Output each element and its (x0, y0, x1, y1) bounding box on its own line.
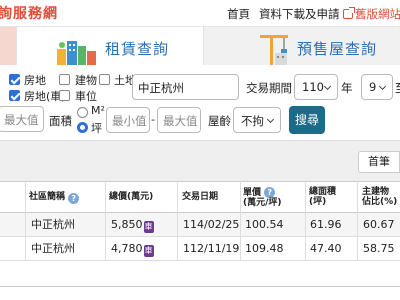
community-name-input[interactable]: 中正杭州 (132, 74, 239, 100)
checkbox-land[interactable] (99, 74, 110, 85)
cell-ratio: 60.67 (363, 218, 395, 231)
checkbox-parking[interactable] (59, 90, 70, 101)
tab-band-accent (0, 27, 16, 65)
help-icon[interactable]: ? (68, 192, 80, 204)
cell-unit-price: 100.54 (245, 218, 284, 231)
area-label: 面積 (49, 114, 72, 128)
cell-price: 4,780 車 (111, 237, 154, 261)
nav-old-site-label: 舊版網站 (355, 7, 400, 21)
radio-area-ping-label: 坪 (91, 122, 102, 135)
cell-price: 5,850 車 (111, 213, 154, 237)
help-icon[interactable]: ? (264, 187, 276, 199)
checkbox-house-land-label: 房地 (24, 74, 46, 87)
col-header-ratio[interactable]: 主建物 佔比(%) (362, 182, 400, 214)
column-divider (357, 181, 358, 261)
column-divider (240, 181, 241, 261)
tab-rent-label: 租賃查詢 (105, 40, 170, 58)
checkbox-building-label: 建物 (75, 74, 97, 87)
col-header-price[interactable]: 總價(萬元) (109, 182, 173, 214)
radio-area-m2-label: M² (91, 104, 105, 117)
year-select-value: 110 (302, 80, 324, 94)
table-row[interactable]: 中正杭州 5,850 車 114/02/25 100.54 61.96 60.67 (0, 213, 400, 237)
col-header-unit-price-line2: (萬元/坪) (243, 198, 282, 208)
col-header-community[interactable]: 社區簡稱 ? (29, 182, 103, 214)
cell-date: 112/11/19 (183, 242, 240, 255)
table-header-row: 社區簡稱 ? 總價(萬元) 交易日期 單價 ? (萬元/坪) 總面積 (坪) 主… (0, 181, 400, 213)
divider (0, 286, 400, 287)
age-select[interactable]: 不拘 (233, 107, 281, 133)
pagination-band (0, 141, 400, 181)
col-header-ratio-line2: 佔比(%) (362, 197, 398, 207)
external-link-icon (343, 7, 355, 19)
cell-area: 47.40 (310, 242, 342, 255)
area-max-input[interactable]: 最大值 (157, 107, 201, 133)
area-range-dash: - (151, 113, 155, 126)
cell-unit-price: 109.48 (245, 242, 284, 255)
price-max-input[interactable]: 最大值 (0, 106, 44, 132)
search-button[interactable]: 搜尋 (289, 106, 325, 134)
results-table: 社區簡稱 ? 總價(萬元) 交易日期 單價 ? (萬元/坪) 總面積 (坪) 主… (0, 181, 400, 261)
age-label: 屋齡 (208, 114, 231, 128)
chevron-down-icon (266, 115, 275, 124)
crane-icon (260, 35, 288, 65)
parking-badge: 車 (143, 245, 154, 257)
cell-community: 中正杭州 (31, 218, 75, 231)
cell-price-value: 4,780 (111, 242, 143, 255)
col-header-area[interactable]: 總面積 (坪) (309, 182, 337, 214)
tab-band: 租賃查詢 預售屋查詢 (0, 27, 400, 65)
parking-badge: 車 (143, 221, 154, 233)
month-select[interactable]: 9 (361, 74, 393, 100)
cell-area: 61.96 (310, 218, 342, 231)
table-footer-area (0, 261, 400, 300)
column-divider (177, 181, 178, 261)
checkbox-house-land[interactable] (9, 74, 20, 85)
year-select[interactable]: 110 (294, 74, 338, 100)
first-page-button[interactable]: 首筆 (358, 151, 400, 173)
radio-area-m2[interactable] (77, 107, 88, 118)
cell-price-value: 5,850 (111, 218, 143, 231)
age-select-value: 不拘 (241, 114, 264, 128)
top-header: 詢服務網 首頁 資料下載及申請 舊版網站 (0, 0, 400, 27)
city-buildings-icon (57, 41, 96, 65)
site-brand[interactable]: 詢服務網 (0, 3, 58, 23)
checkbox-parking-label: 車位 (75, 90, 97, 103)
tab-presale-label: 預售屋查詢 (297, 40, 378, 58)
chevron-down-icon (378, 82, 387, 91)
col-header-unit-price[interactable]: 單價 ? (萬元/坪) (243, 182, 305, 214)
to-label: 至 (395, 80, 400, 96)
tab-presale[interactable]: 預售屋查詢 (204, 27, 400, 65)
year-unit-label: 年 (341, 81, 353, 95)
checkbox-house-land-parking[interactable] (9, 90, 20, 101)
cell-community: 中正杭州 (31, 242, 75, 255)
cell-ratio: 58.75 (363, 242, 395, 255)
col-header-community-label: 社區簡稱 (29, 192, 66, 203)
area-min-input[interactable]: 最小值 (106, 107, 150, 133)
month-select-value: 9 (369, 80, 377, 94)
tab-rent[interactable]: 租賃查詢 (16, 27, 204, 65)
checkbox-building[interactable] (59, 74, 70, 85)
table-row[interactable]: 中正杭州 4,780 車 112/11/19 109.48 47.40 58.75 (0, 237, 400, 261)
cell-date: 114/02/25 (183, 218, 240, 231)
chevron-down-icon (323, 82, 332, 91)
nav-old-site-link[interactable]: 舊版網站 (343, 6, 400, 22)
nav-home-link[interactable]: 首頁 (227, 6, 250, 22)
search-form: 房地 建物 土地 房地(車) 車位 中正杭州 交易期間： 110 年 9 至 最… (0, 65, 400, 141)
column-divider (25, 181, 26, 261)
column-divider (305, 181, 306, 261)
nav-download-link[interactable]: 資料下載及申請 (259, 6, 340, 22)
col-header-area-line2: (坪) (309, 197, 327, 207)
col-header-unit-price-label: 單價 (243, 188, 262, 199)
col-header-date[interactable]: 交易日期 (182, 182, 238, 214)
column-divider (105, 181, 106, 261)
radio-area-ping[interactable] (77, 122, 88, 133)
